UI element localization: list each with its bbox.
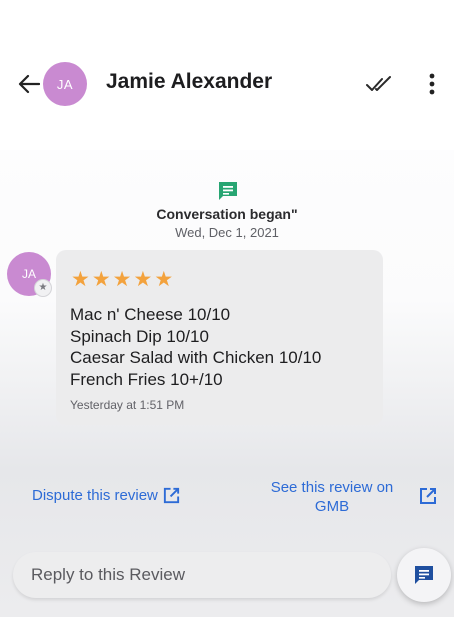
dispute-review-label: Dispute this review <box>32 487 158 504</box>
reply-box <box>13 552 391 598</box>
contact-avatar-initials: JA <box>56 76 74 92</box>
see-review-on-gmb-link[interactable]: See this review on GMB <box>262 478 402 516</box>
star-icon: ★ <box>112 268 132 291</box>
message-fab-button[interactable] <box>397 548 451 602</box>
back-button[interactable] <box>14 70 44 98</box>
star-icon: ★ <box>133 268 153 291</box>
chat-bubble-icon <box>217 180 239 202</box>
review-timestamp: Yesterday at 1:51 PM <box>70 398 185 412</box>
review-line: Caesar Salad with Chicken 10/10 <box>70 348 322 367</box>
dispute-review-link[interactable]: Dispute this review <box>32 486 181 505</box>
mark-read-button[interactable] <box>364 73 394 95</box>
review-line: Spinach Dip 10/10 <box>70 326 209 346</box>
open-external-icon <box>163 487 179 504</box>
star-badge-icon: ★ <box>34 279 52 297</box>
reply-input[interactable] <box>29 564 383 586</box>
star-rating: ★ ★ ★ ★ ★ <box>71 268 174 291</box>
review-line: Mac n' Cheese 10/10 <box>70 305 231 324</box>
more-vert-icon <box>429 73 435 95</box>
star-icon: ★ <box>154 268 174 291</box>
star-icon: ★ <box>71 268 90 291</box>
conversation-began-label: Conversation began" <box>156 206 298 222</box>
reviewer-avatar-initials: JA <box>21 267 36 281</box>
arrow-left-icon <box>18 74 40 94</box>
review-line: French Fries 10+/10 <box>70 369 223 389</box>
contact-avatar[interactable]: JA <box>43 62 87 106</box>
message-icon <box>415 566 433 584</box>
contact-name: Jamie Alexander <box>106 70 273 93</box>
more-options-button[interactable] <box>420 70 444 98</box>
star-icon: ★ <box>91 268 111 291</box>
open-external-icon[interactable] <box>418 486 438 506</box>
double-check-icon <box>366 76 391 91</box>
conversation-date: Wed, Dec 1, 2021 <box>175 225 279 240</box>
review-bubble: ★ ★ ★ ★ ★ Mac n' Cheese 10/10 Spinach Dip 10… <box>56 250 383 425</box>
review-text: Mac n' Cheese 10/10 Spinach Dip 10/10 Ca… <box>70 304 321 390</box>
